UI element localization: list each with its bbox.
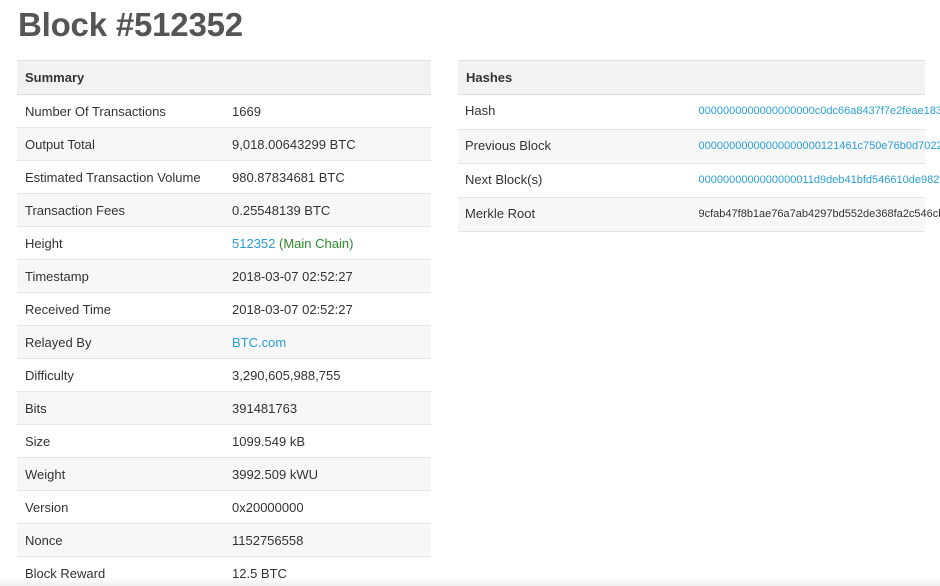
row-label: Estimated Transaction Volume — [17, 160, 224, 194]
row-label: Next Block(s) — [458, 163, 692, 198]
table-row: Hash 0000000000000000000c0dc66a8437f7e2f… — [458, 94, 940, 130]
block-page: Block #512352 Summary Number Of Transact… — [0, 0, 940, 586]
row-value: 0000000000000000011d9deb41bfd546610de982… — [691, 163, 940, 198]
merkle-root-value: 9cfab47f8b1ae76a7ab4297bd552de368fa2c546… — [691, 197, 940, 232]
row-value: 0000000000000000000c0dc66a8437f7e2feae18… — [691, 94, 940, 130]
table-row: Received Time 2018-03-07 02:52:27 — [17, 292, 431, 326]
summary-table: Summary Number Of Transactions 1669 Outp… — [17, 60, 431, 586]
next-block-link[interactable]: 0000000000000000011d9deb41bfd546610de982… — [699, 174, 940, 186]
page-title: Block #512352 — [18, 6, 243, 43]
row-label: Hash — [458, 94, 692, 130]
hashes-table: Hashes Hash 0000000000000000000c0dc66a84… — [458, 60, 940, 232]
row-label: Number Of Transactions — [17, 94, 224, 128]
row-label: Size — [17, 424, 224, 458]
row-label: Received Time — [17, 292, 224, 326]
row-label: Merkle Root — [458, 197, 692, 232]
row-label: Weight — [17, 457, 224, 491]
block-hash-link[interactable]: 0000000000000000000c0dc66a8437f7e2feae18… — [699, 105, 940, 117]
height-link[interactable]: 512352 — [232, 236, 275, 251]
relayed-by-link[interactable]: BTC.com — [232, 335, 286, 350]
table-row: Size 1099.549 kB — [17, 424, 431, 458]
previous-block-link[interactable]: 00000000000000000000121461c750e76b0d7022… — [699, 140, 940, 152]
row-value: 980.87834681 BTC — [224, 160, 431, 194]
table-row: Output Total 9,018.00643299 BTC — [17, 127, 431, 161]
row-label: Timestamp — [17, 259, 224, 293]
table-row: Number Of Transactions 1669 — [17, 94, 431, 128]
bottom-fade — [0, 578, 940, 586]
row-value: 1152756558 — [224, 523, 431, 557]
table-row: Merkle Root 9cfab47f8b1ae76a7ab4297bd552… — [458, 197, 940, 232]
row-value: 1099.549 kB — [224, 424, 431, 458]
row-label: Previous Block — [458, 129, 692, 164]
row-value: 0.25548139 BTC — [224, 193, 431, 227]
row-label: Transaction Fees — [17, 193, 224, 227]
table-row: Next Block(s) 0000000000000000011d9deb41… — [458, 163, 940, 198]
row-value: 9,018.00643299 BTC — [224, 127, 431, 161]
row-value: 2018-03-07 02:52:27 — [224, 259, 431, 293]
row-value: 3,290,605,988,755 — [224, 358, 431, 392]
row-value: 391481763 — [224, 391, 431, 425]
table-row: Estimated Transaction Volume 980.8783468… — [17, 160, 431, 194]
table-row: Previous Block 0000000000000000000012146… — [458, 129, 940, 164]
row-value: 0x20000000 — [224, 490, 431, 524]
row-value: 512352 (Main Chain) — [224, 226, 431, 260]
row-label: Bits — [17, 391, 224, 425]
table-row: Weight 3992.509 kWU — [17, 457, 431, 491]
row-value: 00000000000000000000121461c750e76b0d7022… — [691, 129, 940, 164]
table-row: Difficulty 3,290,605,988,755 — [17, 358, 431, 392]
table-row: Version 0x20000000 — [17, 490, 431, 524]
table-row: Height 512352 (Main Chain) — [17, 226, 431, 260]
row-label: Difficulty — [17, 358, 224, 392]
table-row: Timestamp 2018-03-07 02:52:27 — [17, 259, 431, 293]
row-value: 1669 — [224, 94, 431, 128]
table-row: Nonce 1152756558 — [17, 523, 431, 557]
row-label: Nonce — [17, 523, 224, 557]
row-label: Output Total — [17, 127, 224, 161]
row-label: Version — [17, 490, 224, 524]
row-value: BTC.com — [224, 325, 431, 359]
main-chain-label: (Main Chain) — [279, 235, 354, 251]
hashes-header-row: Hashes — [458, 60, 925, 95]
summary-header-row: Summary — [17, 60, 431, 95]
row-label: Relayed By — [17, 325, 224, 359]
table-row: Transaction Fees 0.25548139 BTC — [17, 193, 431, 227]
row-value: 2018-03-07 02:52:27 — [224, 292, 431, 326]
row-value: 3992.509 kWU — [224, 457, 431, 491]
summary-heading: Summary — [17, 60, 431, 95]
row-label: Height — [17, 226, 224, 260]
table-row: Relayed By BTC.com — [17, 325, 431, 359]
table-row: Bits 391481763 — [17, 391, 431, 425]
hashes-heading: Hashes — [458, 60, 925, 95]
